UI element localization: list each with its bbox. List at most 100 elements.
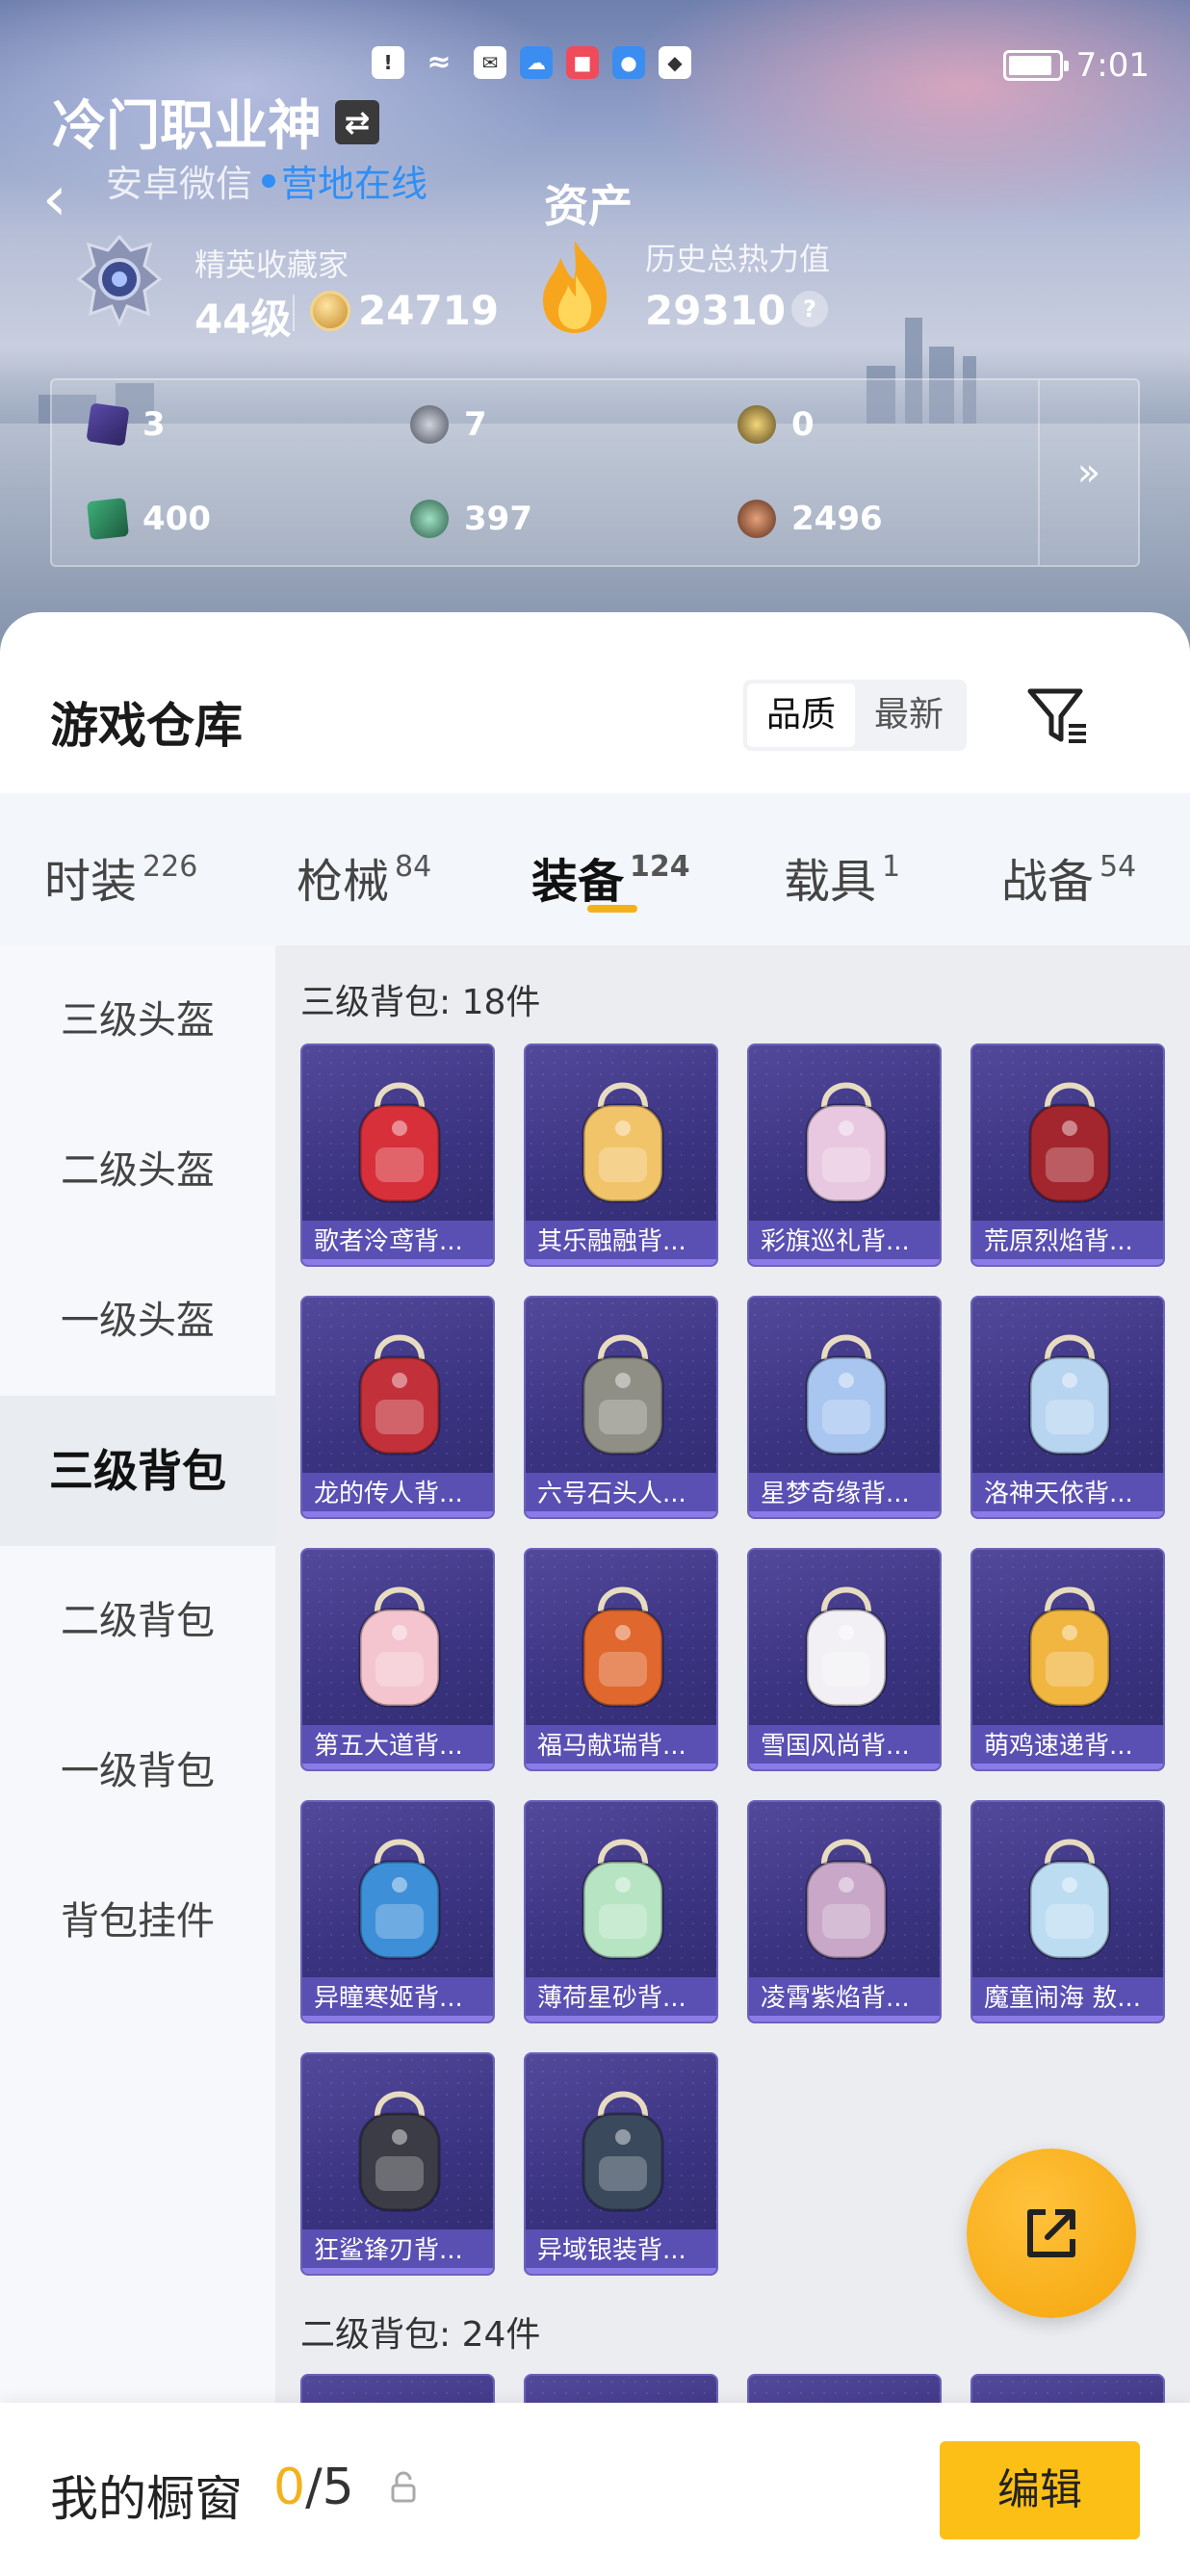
item-card[interactable]: 异瞳寒姬背... <box>300 1800 495 2023</box>
rank-title: 精英收藏家 <box>194 246 349 283</box>
rarity-bar <box>302 2268 493 2274</box>
sort-newest-button[interactable]: 最新 <box>855 683 963 747</box>
resource-value: 400 <box>142 500 211 538</box>
backpack-icon <box>805 1334 888 1455</box>
sort-quality-button[interactable]: 品质 <box>747 683 855 747</box>
showcase-count: 0/5 <box>273 2459 354 2516</box>
backpack-icon <box>582 2091 664 2212</box>
item-card[interactable]: 萌鸡速递背... <box>970 1548 1165 1771</box>
tab-guns[interactable]: 枪械 84 <box>297 843 431 911</box>
edit-button[interactable]: 编辑 <box>940 2441 1140 2539</box>
online-status: 营地在线 <box>262 154 427 207</box>
resources-more-icon[interactable]: » <box>1038 380 1138 565</box>
profile-header: ! ≈ ✉ ☁ ■ ● ◆ 7:01 冷门职业神 ⇄ ‹ 安卓微信 营地在线 资… <box>0 0 1190 674</box>
flame-icon <box>543 241 608 333</box>
showcase-label: 我的橱窗 <box>50 2471 243 2527</box>
tab-label: 战备 <box>1001 855 1095 909</box>
wifi-icon: ≈ <box>427 45 452 79</box>
mail-icon: ✉ <box>474 46 506 79</box>
resource-item: 2496 <box>737 500 883 538</box>
green-orb-icon <box>410 500 449 538</box>
rank-badge-icon <box>76 234 163 327</box>
item-card[interactable]: 薄荷星砂背... <box>524 1800 718 2023</box>
item-card[interactable]: 洛神天依背... <box>970 1296 1165 1519</box>
item-card[interactable]: 歌者泠鸢背... <box>300 1043 495 1267</box>
tab-active-indicator <box>587 905 637 913</box>
rarity-bar <box>972 1764 1163 1769</box>
tab-label: 枪械 <box>297 855 390 909</box>
backpack-icon <box>805 1586 888 1708</box>
sidebar-item-level1-helmet[interactable]: 一级头盔 <box>0 1246 275 1396</box>
backpack-icon <box>582 1334 664 1455</box>
subcategory-sidebar: 三级头盔 二级头盔 一级头盔 三级背包 二级背包 一级背包 背包挂件 <box>0 945 275 2576</box>
category-tabs: 时装 226 枪械 84 装备 124 载具 1 战备 54 <box>0 793 1190 957</box>
sidebar-item-level3-backpack[interactable]: 三级背包 <box>0 1396 275 1546</box>
item-card[interactable]: 福马献瑞背... <box>524 1548 718 1771</box>
item-card[interactable]: 星梦奇缘背... <box>747 1296 942 1519</box>
cloud-icon: ☁ <box>520 46 553 79</box>
tab-fashion[interactable]: 时装 226 <box>44 843 197 911</box>
tab-count: 124 <box>630 850 690 884</box>
rarity-bar <box>302 1764 493 1769</box>
share-button[interactable] <box>967 2149 1136 2318</box>
item-card[interactable]: 雪国风尚背... <box>747 1548 942 1771</box>
warehouse-title: 游戏仓库 <box>50 698 243 754</box>
online-dot-icon <box>262 173 276 188</box>
backpack-icon <box>1028 1839 1111 1960</box>
bronze-coin-icon <box>737 500 776 538</box>
tab-label: 时装 <box>44 855 138 909</box>
backpack-icon <box>358 1839 441 1960</box>
backpack-icon <box>582 1839 664 1960</box>
sidebar-item-level3-helmet[interactable]: 三级头盔 <box>0 945 275 1095</box>
sort-toggle: 品质 最新 <box>743 680 967 751</box>
item-card[interactable]: 六号石头人... <box>524 1296 718 1519</box>
platform-text: 安卓微信 <box>106 163 253 205</box>
sidebar-item-level2-helmet[interactable]: 二级头盔 <box>0 1095 275 1246</box>
resource-value: 7 <box>464 405 487 444</box>
sidebar-item-level2-backpack[interactable]: 二级背包 <box>0 1546 275 1696</box>
app-icon: ◆ <box>659 46 691 79</box>
tab-vehicles[interactable]: 载具 1 <box>784 843 900 911</box>
backpack-icon <box>1028 1082 1111 1203</box>
filter-icon[interactable] <box>1026 685 1090 747</box>
rarity-bar <box>972 1511 1163 1517</box>
resource-item: 397 <box>410 500 532 538</box>
lock-icon <box>391 2471 416 2503</box>
tab-count: 84 <box>395 850 432 884</box>
sidebar-item-level1-backpack[interactable]: 一级背包 <box>0 1696 275 1846</box>
item-card[interactable]: 凌霄紫焰背... <box>747 1800 942 2023</box>
resource-item: 400 <box>87 498 211 540</box>
status-time: 7:01 <box>1075 46 1150 85</box>
backpack-icon <box>1028 1586 1111 1708</box>
item-card[interactable]: 彩旗巡礼背... <box>747 1043 942 1267</box>
rarity-bar <box>526 1259 716 1265</box>
showcase-bar: 我的橱窗 0/5 编辑 <box>0 2403 1190 2576</box>
resource-item: 7 <box>410 405 487 444</box>
item-card[interactable]: 龙的传人背... <box>300 1296 495 1519</box>
sidebar-item-backpack-pendant[interactable]: 背包挂件 <box>0 1846 275 1996</box>
back-icon[interactable]: ‹ <box>42 166 94 233</box>
gold-coin-icon <box>737 405 776 444</box>
rarity-bar <box>526 1764 716 1769</box>
resource-value: 2496 <box>791 500 883 538</box>
resource-item: 3 <box>86 402 166 447</box>
item-card[interactable]: 第五大道背... <box>300 1548 495 1771</box>
item-card[interactable]: 异域银装背... <box>524 2052 718 2276</box>
tab-equipment[interactable]: 装备 124 <box>531 843 690 911</box>
rarity-bar <box>972 1259 1163 1265</box>
rarity-bar <box>526 2268 716 2274</box>
item-card[interactable]: 魔童闹海 敖... <box>970 1800 1165 2023</box>
item-card[interactable]: 荒原烈焰背... <box>970 1043 1165 1267</box>
rarity-bar <box>749 1511 940 1517</box>
help-icon[interactable]: ? <box>791 291 828 327</box>
assets-title: 资产 <box>544 180 633 232</box>
switch-account-icon[interactable]: ⇄ <box>335 99 379 144</box>
bulb-icon: ● <box>612 46 645 79</box>
tab-label: 装备 <box>531 855 625 909</box>
item-card[interactable]: 狂鲨锋刃背... <box>300 2052 495 2276</box>
player-platform: 安卓微信 营地在线 <box>106 154 427 207</box>
rarity-bar <box>302 1259 493 1265</box>
tab-battle-prep[interactable]: 战备 54 <box>1001 843 1136 911</box>
item-card[interactable]: 其乐融融背... <box>524 1043 718 1267</box>
tab-count: 1 <box>882 850 901 884</box>
